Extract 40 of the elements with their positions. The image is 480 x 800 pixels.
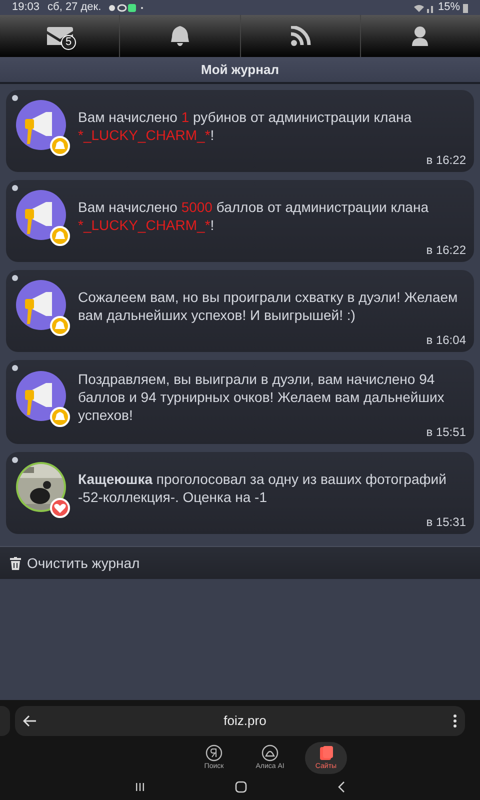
bell-icon	[50, 226, 70, 246]
entry-time: в 16:22	[426, 152, 466, 169]
megaphone-icon	[16, 190, 66, 240]
entry-time: в 16:22	[426, 242, 466, 259]
address-bar[interactable]: foiz.pro	[15, 706, 465, 736]
search-icon	[205, 744, 223, 762]
entry-time: в 16:04	[426, 332, 466, 349]
more-icon[interactable]	[453, 714, 457, 728]
log-message: Вам начислено 5000 баллов от администрации клана *_LUCKY_CHARM_*!	[78, 198, 430, 234]
entry-time: в 15:31	[426, 514, 466, 531]
url-text: foiz.pro	[222, 712, 268, 730]
home-icon[interactable]	[235, 781, 247, 793]
bell-icon	[50, 316, 70, 336]
log-message: Кащеюшка проголосовал за одну из ваших фотографий -52-коллекция-. Оценка на -1	[78, 470, 448, 506]
bell-icon	[50, 407, 70, 427]
signal-icon	[412, 2, 435, 12]
log-message: Поздравляем, вы выиграли в дуэли, вам начислено 94 баллов и 94 турнирных очков! Желаем вам дальнейших успехов!	[78, 370, 446, 424]
count-badge: 5	[61, 35, 76, 50]
rss-icon	[290, 26, 311, 46]
status-date: сб, 27 дек.	[48, 0, 102, 16]
log-message: Сожалеем вам, но вы проиграли схватку в дуэли! Желаем вам дальнейших успехов! И выигрышей! :)	[78, 288, 459, 324]
megaphone-icon	[16, 280, 66, 330]
recent-apps-icon[interactable]	[135, 782, 145, 792]
clear-log-button[interactable]: Очистить журнал	[0, 546, 480, 579]
circle-icon	[261, 744, 279, 762]
cards-icon	[317, 744, 335, 762]
trash-icon	[10, 556, 21, 570]
back-icon[interactable]	[337, 781, 345, 793]
user-icon	[412, 26, 428, 46]
megaphone-icon	[16, 371, 66, 421]
bell-icon	[50, 136, 70, 156]
battery-icon	[463, 2, 468, 12]
mail-icon	[46, 27, 73, 45]
status-time: 19:03	[12, 0, 40, 16]
log-message: Вам начислено 1 рубинов от администрации клана *_LUCKY_CHARM_*!	[78, 108, 413, 144]
back-arrow-icon[interactable]	[23, 715, 37, 727]
entry-time: в 15:51	[426, 424, 466, 441]
page-title: Мой журнал	[201, 60, 279, 79]
battery-level: 15%	[438, 0, 460, 16]
megaphone-icon	[16, 100, 66, 150]
